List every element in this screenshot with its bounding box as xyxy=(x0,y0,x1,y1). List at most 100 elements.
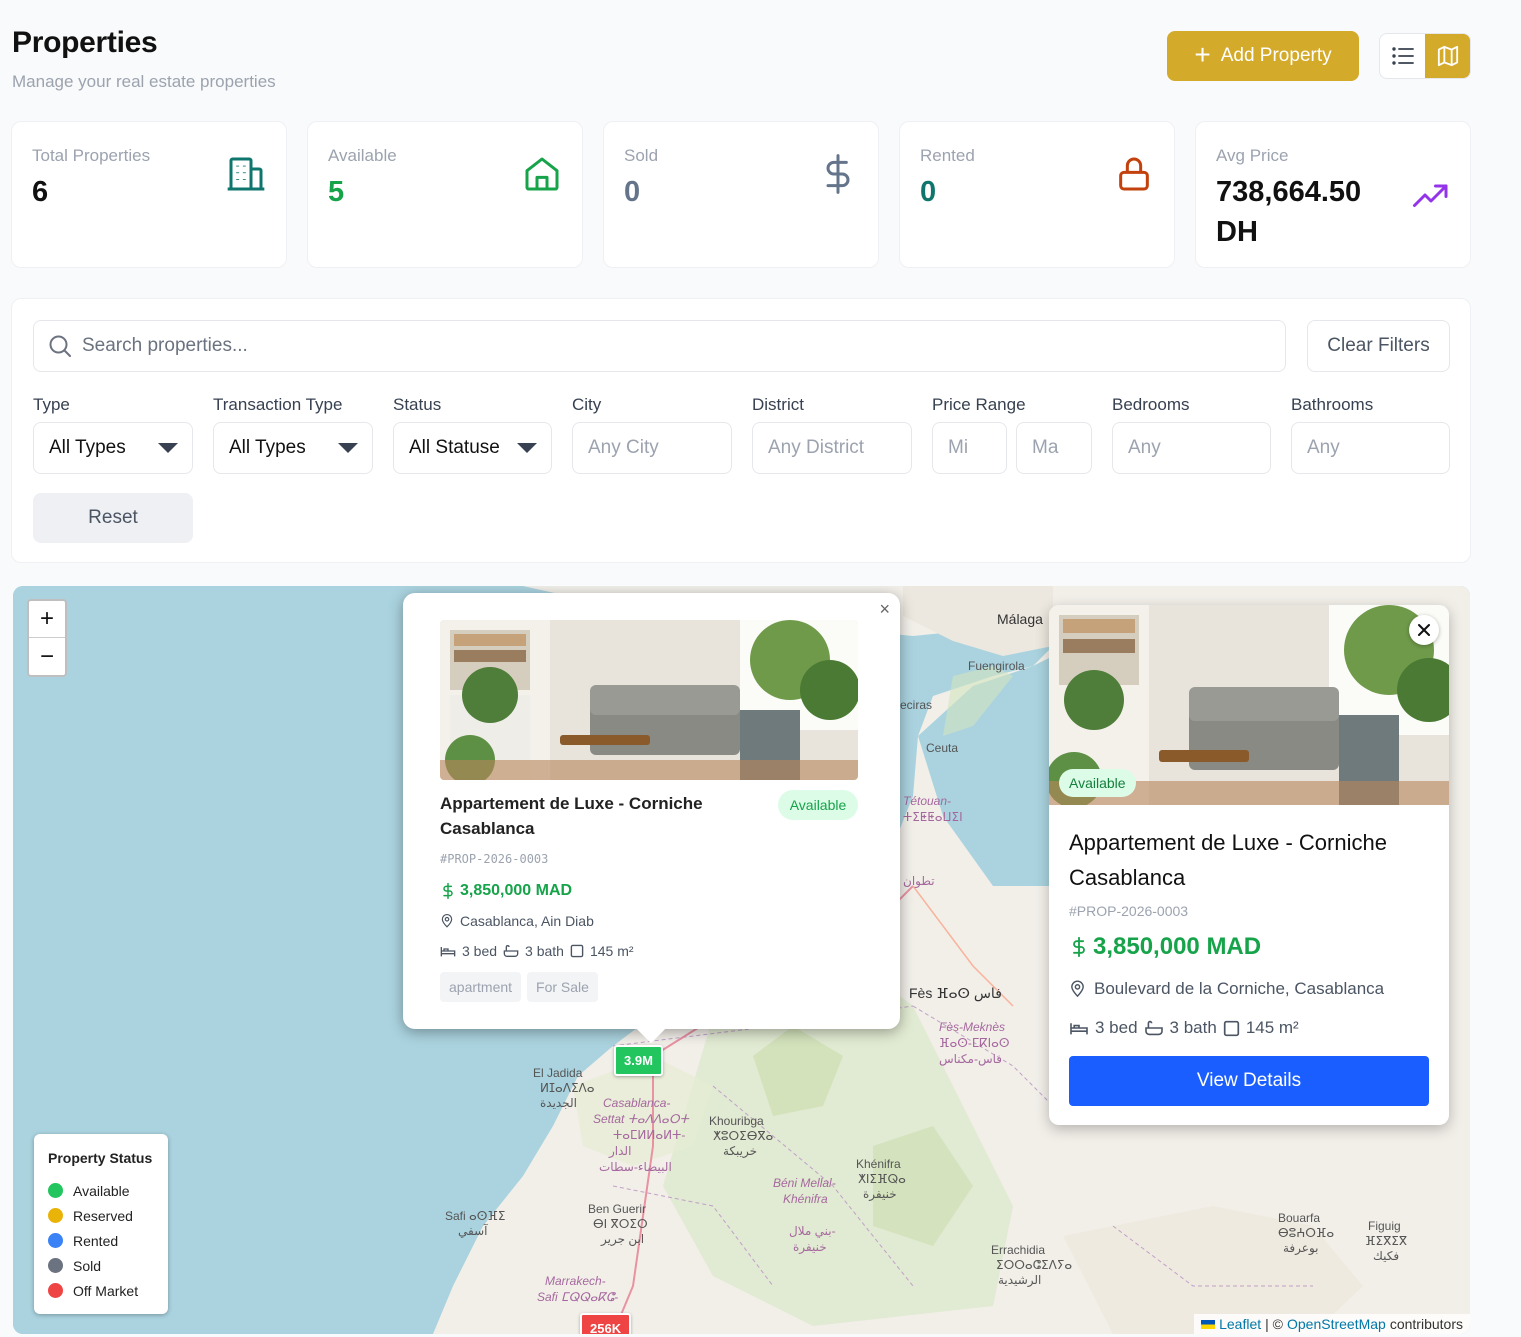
popup-title: Appartement de Luxe - Corniche Casablanc… xyxy=(440,794,703,838)
zoom-in-button[interactable]: + xyxy=(29,601,65,638)
type-select-value: All Types xyxy=(49,437,126,458)
legend-label: Available xyxy=(73,1182,130,1199)
map-label-errachidia-tifinagh: ⵉⵔⵔⴰⵛⵉⴷⵢⴰ xyxy=(996,1258,1073,1272)
trend-up-icon xyxy=(1413,184,1448,207)
add-property-button[interactable]: + Add Property xyxy=(1167,31,1359,81)
map-label-bouarfa-tifinagh: ⴱⵓⵄⵔⴼⴰ xyxy=(1278,1226,1335,1240)
list-view-button[interactable] xyxy=(1380,34,1425,78)
legend-dot xyxy=(48,1183,63,1198)
close-icon xyxy=(1418,624,1430,636)
caret-down-icon xyxy=(158,443,178,453)
legend-item-rented: Rented xyxy=(48,1228,154,1253)
map-label-casablanca-settat-3: ⵜⴰⵎⵍⵍⴰⵍⵜ- xyxy=(613,1128,686,1142)
leaflet-link[interactable]: Leaflet xyxy=(1219,1316,1261,1332)
map-label-khouribga: Khouribga xyxy=(709,1114,764,1128)
map-label-tetouan: Tétouan- xyxy=(903,794,952,808)
map-label-khouribga-tifinagh: ⵅⵓⵔⵉⴱⴳⴰ xyxy=(713,1129,774,1143)
attribution-separator: | © xyxy=(1265,1316,1283,1332)
popup-area: 145 m² xyxy=(589,943,634,959)
legend-dot xyxy=(48,1208,63,1223)
map-label-casablanca-settat-5: البيضاء-سطات xyxy=(599,1160,672,1174)
lock-icon xyxy=(1119,157,1149,191)
map-label-errachidia: Errachidia xyxy=(991,1243,1046,1257)
map-label-ben-guerir-tifinagh: ⴱⵏ ⴳⵔⵉⵔ xyxy=(593,1217,648,1231)
map-label-safi: Safi ⴰⵙⴼⵉ xyxy=(445,1209,506,1223)
legend-item-available: Available xyxy=(48,1178,154,1203)
city-input[interactable]: Any City xyxy=(572,422,732,474)
property-photo xyxy=(440,620,858,780)
price-marker-casablanca[interactable]: 3.9M xyxy=(614,1045,663,1076)
price-marker-south[interactable]: 256K xyxy=(580,1313,632,1334)
property-detail-card: Available Appartement de Luxe - Corniche… xyxy=(1049,605,1449,1125)
popup-close-icon[interactable]: × xyxy=(879,599,890,620)
status-select-value: All Statuse xyxy=(409,437,500,458)
legend-label: Rented xyxy=(73,1232,119,1249)
price-min-input[interactable]: Mi xyxy=(932,422,1007,474)
bathrooms-input[interactable]: Any xyxy=(1291,422,1450,474)
legend-dot xyxy=(48,1283,63,1298)
map-label-casablanca-settat-2: Settat ⵜⴰⴷⴷⴰⵔⵜ xyxy=(593,1112,689,1126)
bed-icon xyxy=(1070,1023,1088,1035)
price-max-input[interactable]: Ma xyxy=(1016,422,1092,474)
map-label-malaga: Málaga xyxy=(997,611,1043,627)
status-legend: Property Status Available Reserved Rente… xyxy=(34,1134,168,1314)
map-label-figuig-tifinagh: ⴼⵉⴳⵉⴳ xyxy=(1365,1234,1408,1248)
map-label-fes-meknes-arabic: فاس-مكناس xyxy=(939,1052,1003,1066)
transaction-type-label: Transaction Type xyxy=(213,395,343,414)
type-label: Type xyxy=(33,395,70,414)
reset-button[interactable]: Reset xyxy=(33,493,193,543)
map-label-khouribga-arabic: خريبكة xyxy=(723,1144,758,1158)
district-input[interactable]: Any District xyxy=(752,422,912,474)
clear-filters-button[interactable]: Clear Filters xyxy=(1307,320,1450,372)
bed-icon xyxy=(440,947,456,957)
popup-specs: 3 bed 3 bath 145 m² xyxy=(440,943,634,959)
card-ref: #PROP-2026-0003 xyxy=(1069,903,1189,919)
stat-label: Avg Price xyxy=(1216,146,1289,165)
type-select[interactable]: All Types xyxy=(33,422,193,474)
status-select[interactable]: All Statuse xyxy=(393,422,552,474)
area-icon xyxy=(1223,1020,1239,1036)
district-label: District xyxy=(752,395,804,414)
map-label-ben-guerir-arabic: ابن جرير xyxy=(601,1232,645,1246)
card-area: 145 m² xyxy=(1245,1018,1299,1037)
map-label-tetouan-tifinagh: ⵜⵉⵟⵟⴰⵡⵉⵏ xyxy=(903,810,963,824)
caret-down-icon xyxy=(338,443,358,453)
map-label-marrakech-safi-2: Safi ⵎⵕⵕⴰⴽⵛ- xyxy=(537,1290,619,1304)
map-label-fes: Fès ⴼⴰⵙ فاس xyxy=(909,985,1002,1001)
stat-card-avg-price: Avg Price 738,664.50 DH xyxy=(1195,121,1471,268)
popup-status-badge: Available xyxy=(778,790,858,820)
card-price: 3,850,000 MAD xyxy=(1069,933,1261,961)
dollar-icon xyxy=(826,154,850,194)
transaction-type-select[interactable]: All Types xyxy=(213,422,373,474)
card-close-button[interactable] xyxy=(1409,615,1439,645)
osm-link[interactable]: OpenStreetMap xyxy=(1287,1316,1386,1332)
zoom-control: + − xyxy=(27,599,67,677)
view-details-button[interactable]: View Details xyxy=(1069,1056,1429,1106)
popup-tags: apartment For Sale xyxy=(440,972,598,1002)
legend-label: Reserved xyxy=(73,1207,133,1224)
tag-type: apartment xyxy=(440,972,522,1002)
map-label-khenifra-arabic: خنيفرة xyxy=(863,1187,897,1201)
bedrooms-input[interactable]: Any xyxy=(1112,422,1271,474)
map-label-beni-mellal: Béni Mellal- xyxy=(773,1176,836,1190)
legend-item-off-market: Off Market xyxy=(48,1278,154,1303)
filter-panel: Clear Filters Type All Types Transaction… xyxy=(11,298,1471,563)
search-box xyxy=(33,320,1286,372)
page-header: Properties Manage your real estate prope… xyxy=(12,26,276,92)
list-icon xyxy=(1391,47,1414,65)
map-pin-icon xyxy=(441,914,453,928)
page-title: Properties xyxy=(12,26,158,59)
zoom-out-button[interactable]: − xyxy=(29,638,65,675)
map-label-khenifra-tifinagh: ⵅⵏⵉⴼⵕⴰ xyxy=(858,1172,906,1186)
view-toggle xyxy=(1379,33,1471,79)
dollar-icon xyxy=(443,882,453,900)
map-view-button[interactable] xyxy=(1425,34,1470,78)
map-label-safi-arabic: آسفي xyxy=(458,1224,488,1238)
map-pin-icon xyxy=(1071,980,1084,998)
card-beds: 3 bed xyxy=(1095,1018,1138,1037)
search-input[interactable] xyxy=(82,335,1182,357)
map-attribution: Leaflet | © OpenStreetMap contributors xyxy=(1194,1314,1470,1334)
property-map[interactable]: + − Málaga Fuengirola eciras Ceuta Tétou… xyxy=(13,586,1470,1334)
transaction-type-select-value: All Types xyxy=(229,437,306,458)
map-label-el-jadida-arabic: الجديدة xyxy=(540,1096,577,1110)
